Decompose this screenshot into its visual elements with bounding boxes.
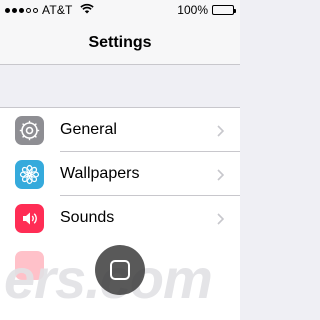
page-title: Settings (88, 34, 152, 51)
signal-dot (26, 7, 31, 13)
speaker-icon (15, 203, 44, 233)
assistive-touch-button[interactable] (95, 245, 145, 295)
signal-dot (12, 7, 17, 13)
signal-dot (19, 7, 24, 13)
battery-percent: 100% (177, 3, 208, 17)
settings-item-label: Sounds (60, 209, 115, 226)
battery-icon (212, 5, 236, 15)
home-square-icon (110, 260, 130, 280)
navigation-bar: Settings (0, 20, 240, 65)
carrier-label: AT&T (42, 3, 73, 17)
settings-item-general[interactable]: General (0, 108, 240, 152)
settings-item-label: Wallpapers (60, 165, 140, 182)
settings-item-sounds[interactable]: Sounds (0, 196, 240, 240)
status-bar: AT&T 100% (0, 0, 240, 20)
signal-dot (5, 7, 10, 13)
settings-item-label: General (60, 121, 117, 138)
signal-dot (33, 7, 38, 13)
chevron-right-icon (217, 168, 225, 186)
wifi-icon (80, 3, 94, 17)
gear-icon (15, 115, 44, 145)
chevron-right-icon (217, 124, 225, 142)
settings-list: General Wallpapers Sounds (0, 107, 240, 240)
signal-strength-icon (5, 7, 38, 13)
chevron-right-icon (217, 212, 225, 230)
settings-item-wallpapers[interactable]: Wallpapers (0, 152, 240, 196)
battery-tip (234, 9, 236, 13)
flower-icon (15, 159, 44, 189)
status-bar-right: 100% (177, 3, 236, 17)
status-bar-left: AT&T (5, 3, 73, 17)
